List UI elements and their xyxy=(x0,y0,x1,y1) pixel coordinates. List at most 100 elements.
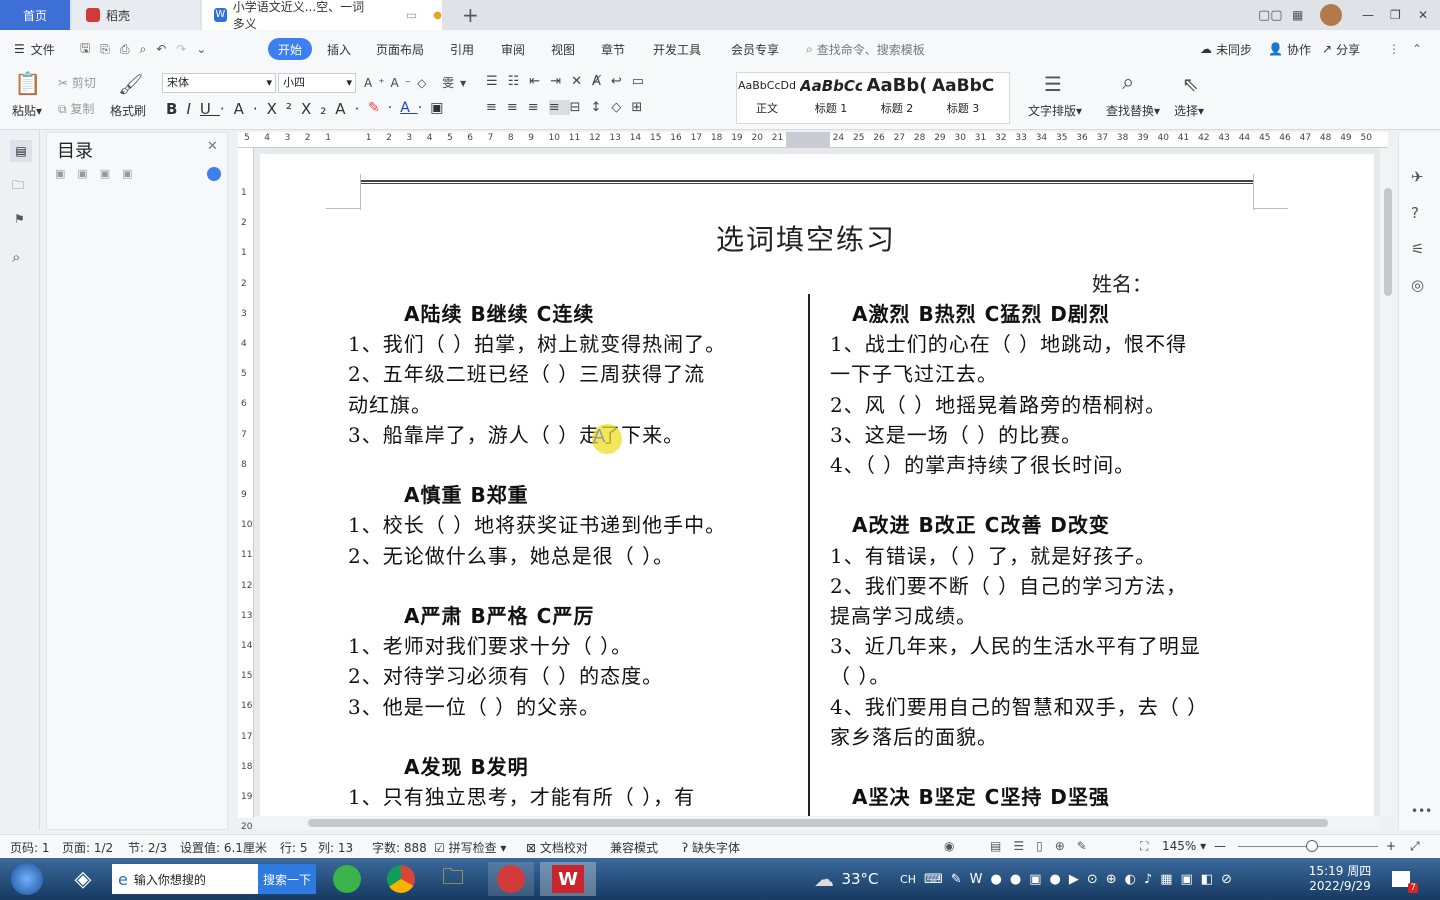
text-layout-icon[interactable]: ☰ xyxy=(1044,72,1062,96)
exercise-line[interactable]: 2、对待学习必须有（ ）的态度。 xyxy=(348,660,663,689)
app-pinned-icon[interactable]: ◈ xyxy=(62,862,104,896)
search-button[interactable]: 搜索一下 xyxy=(258,864,316,894)
customize-icon[interactable]: ⌄ xyxy=(196,42,206,56)
find-replace-icon[interactable]: ⌕ xyxy=(1122,70,1134,95)
hscroll-thumb[interactable] xyxy=(308,819,1328,827)
tab-home[interactable]: 首页 xyxy=(0,0,70,30)
zoom-out-icon[interactable]: — xyxy=(1214,839,1226,853)
find-icon[interactable]: ⌕ xyxy=(12,248,20,266)
copy-button[interactable]: ⧉ 复制 xyxy=(58,100,94,117)
view-mode-icons[interactable]: ▤☰▯⊕✎ xyxy=(990,839,1099,853)
paste-button[interactable]: 粘贴▾ xyxy=(12,102,42,119)
exercise-line[interactable]: 4、（ ）的掌声持续了很长时间。 xyxy=(830,449,1135,478)
close-window-icon[interactable]: ✕ xyxy=(1418,0,1428,30)
eye-icon[interactable]: ◉ xyxy=(944,839,954,853)
fit-icon[interactable]: ⛶ xyxy=(1140,839,1148,854)
restore-icon[interactable]: ❐ xyxy=(1390,0,1401,30)
exercise-line[interactable]: （ ）。 xyxy=(830,660,890,689)
exercise-line[interactable]: 1、校长（ ）地将获奖证书递到他手中。 xyxy=(348,509,726,538)
export-icon[interactable]: ⎘ xyxy=(100,42,110,57)
nav-toggle-icon[interactable] xyxy=(207,167,221,181)
notification-icon[interactable]: 7 xyxy=(1388,862,1418,896)
exercise-line[interactable]: 提高学习成绩。 xyxy=(830,600,977,629)
explorer-icon[interactable]: 🗀 xyxy=(432,862,474,896)
exercise-line[interactable]: 家乡落后的面貌。 xyxy=(830,721,998,750)
option-heading[interactable]: A发现 B发明 xyxy=(404,751,529,780)
tab-chapter[interactable]: 章节 xyxy=(601,30,625,68)
tab-start[interactable]: 开始 xyxy=(268,38,313,60)
undo-icon[interactable]: ↶ xyxy=(156,42,166,56)
exercise-line[interactable]: 3、船靠岸了，游人（ ）走了下来。 xyxy=(348,419,684,448)
zoom-in-icon[interactable]: + xyxy=(1386,839,1396,853)
ime-indicator[interactable]: CH xyxy=(896,862,920,896)
paste-icon[interactable]: 📋 xyxy=(14,72,41,97)
preview-icon[interactable]: ⌕ xyxy=(139,42,146,57)
redo-icon[interactable]: ↷ xyxy=(176,42,186,56)
option-heading[interactable]: A严肃 B严格 C严厉 xyxy=(404,600,594,629)
save-icon[interactable]: 🖫 xyxy=(80,39,90,60)
vscroll-thumb[interactable] xyxy=(1384,188,1392,296)
tab-layout[interactable]: 页面布局 xyxy=(376,30,424,68)
vertical-ruler[interactable]: 1 2 1 2 3 4 5 6 7 8 9 10 11 12 13 14 15 16 17 18 19 20 xyxy=(238,148,254,832)
bookmark-icon[interactable]: ⚑ xyxy=(14,212,25,226)
font-size-tools[interactable]: A⁺A⁻◇ 雯▾ xyxy=(364,74,472,91)
weather-icon[interactable]: ☁ xyxy=(806,862,842,896)
apps-grid-icon[interactable]: ▦ xyxy=(1292,0,1303,30)
spell-check-button[interactable]: ☑ 拼写检查 ▾ xyxy=(434,839,506,856)
netease-music-icon[interactable] xyxy=(488,862,534,896)
sliders-icon[interactable]: ⚟ xyxy=(1411,240,1424,258)
status-pages[interactable]: 页面: 1/2 xyxy=(62,839,113,856)
vertical-scrollbar[interactable] xyxy=(1380,148,1396,816)
exercise-line[interactable]: 2、风（ ）地摇晃着路旁的梧桐树。 xyxy=(830,389,1166,418)
zoom-slider-thumb[interactable] xyxy=(1306,840,1318,852)
clock[interactable]: 15:19 周四 2022/9/29 xyxy=(1300,862,1380,896)
exercise-line[interactable]: 3、他是一位（ ）的父亲。 xyxy=(348,691,600,720)
tray-icons[interactable]: ⌨✎W●●▣●▶⊙⊕◐♪▦▣◧⊘ xyxy=(924,862,1232,896)
fullscreen-icon[interactable]: ⤢ xyxy=(1410,839,1420,854)
missing-font-button[interactable]: ʔ 缺失字体 xyxy=(682,839,740,856)
find-replace-button[interactable]: 查找替换▾ xyxy=(1106,102,1160,119)
start-button[interactable] xyxy=(6,862,48,896)
tab-references[interactable]: 引用 xyxy=(450,30,474,68)
print-icon[interactable]: ⎙ xyxy=(120,42,130,57)
status-setting[interactable]: 设置值: 6.1厘米 xyxy=(180,839,267,856)
wps-taskbar-icon[interactable]: W xyxy=(540,862,596,896)
tab-view[interactable]: 视图 xyxy=(551,30,575,68)
minimize-icon[interactable]: — xyxy=(1362,0,1374,30)
exercise-line[interactable]: 一下子飞过江去。 xyxy=(830,358,998,387)
sync-status[interactable]: ☁ 未同步 xyxy=(1200,30,1252,68)
exercise-line[interactable]: 1、战士们的心在（ ）地跳动，恨不得 xyxy=(830,328,1187,357)
app-360-icon[interactable] xyxy=(326,862,368,896)
select-cursor-icon[interactable]: ⇖ xyxy=(1182,72,1199,96)
collab-button[interactable]: 👤 协作 xyxy=(1268,30,1311,68)
exercise-line[interactable]: 1、有错误，（ ）了，就是好孩子。 xyxy=(830,540,1156,569)
file-menu[interactable]: ☰ 文件 xyxy=(14,30,55,68)
share-button[interactable]: ↗ 分享 xyxy=(1322,30,1360,68)
tab-daoke[interactable]: 稻壳 xyxy=(72,0,200,30)
doc-proof-button[interactable]: ⊠ 文档校对 xyxy=(526,839,588,856)
exercise-line[interactable]: 3、这是一场（ ）的比赛。 xyxy=(830,419,1082,448)
help-icon[interactable]: ? xyxy=(1411,204,1419,222)
align-tools[interactable]: ≡≡≡≡⊟↕◇⊞ xyxy=(486,100,652,115)
color-tools[interactable]: ✎·A·▣ xyxy=(368,100,451,116)
exercise-line[interactable]: 2、我们要不断（ ）自己的学习方法， xyxy=(830,570,1187,599)
format-painter-button[interactable]: 格式刷 xyxy=(110,102,146,119)
option-heading[interactable]: A坚决 B坚定 C坚持 D坚强 xyxy=(852,781,1110,810)
search-box[interactable]: e 输入你想搜的 xyxy=(112,864,258,894)
status-words[interactable]: 字数: 888 xyxy=(372,839,427,856)
more-dots-icon[interactable]: ••• xyxy=(1411,804,1432,818)
collapse-ribbon-icon[interactable]: ⌃ xyxy=(1412,30,1422,68)
document-page[interactable]: 选词填空练习 姓名： A陆续 B继续 C连续 1、我们（ ）拍掌，树上就变得热闹了… xyxy=(260,154,1374,816)
option-heading[interactable]: A改进 B改正 C改善 D改变 xyxy=(852,509,1110,538)
option-heading[interactable]: A慎重 B郑重 xyxy=(404,479,529,508)
tab-insert[interactable]: 插入 xyxy=(327,30,351,68)
chrome-icon[interactable] xyxy=(380,862,422,896)
tab-document[interactable]: W 小学语文近义...空、一词多义 ▭ ● xyxy=(202,0,442,31)
tab-monitor-icon[interactable]: ▭ xyxy=(406,8,417,22)
exercise-line[interactable]: 1、老师对我们要求十分（ ）。 xyxy=(348,630,632,659)
exercise-line[interactable]: 1、只有独立思考，才能有所（ ），有 xyxy=(348,781,695,810)
layout-icon[interactable]: ▢▢ xyxy=(1258,0,1283,30)
folder-icon[interactable]: 🗀 xyxy=(12,176,24,197)
avatar[interactable] xyxy=(1320,0,1342,30)
compass-icon[interactable]: ◎ xyxy=(1411,276,1424,294)
